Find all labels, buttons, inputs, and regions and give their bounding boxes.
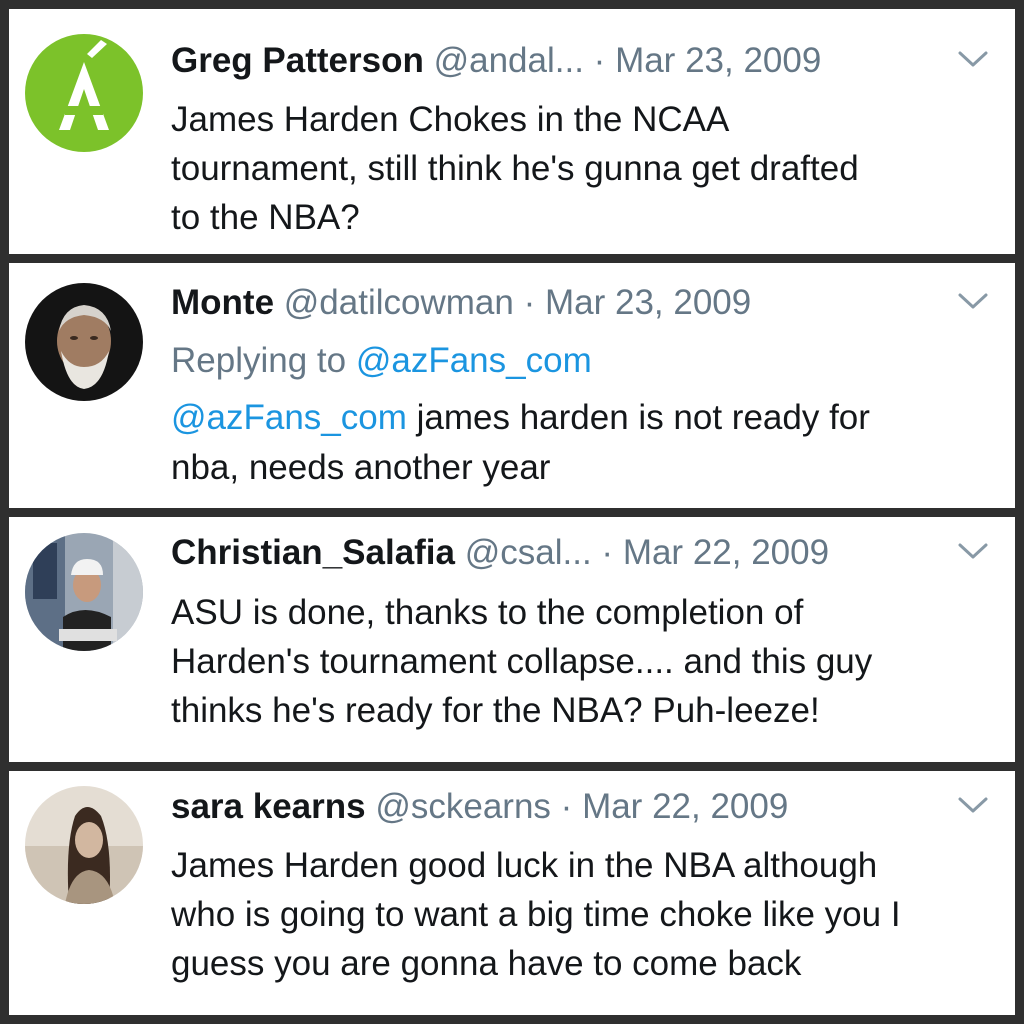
text-line: who is going to want a big time choke li… xyxy=(171,895,901,934)
text-line: James Harden good luck in the NBA althou… xyxy=(171,846,878,885)
tweet-text: James Harden Chokes in the NCAA tourname… xyxy=(171,95,987,242)
tweet-text: ASU is done, thanks to the completion of… xyxy=(171,588,987,735)
text-line: to the NBA? xyxy=(171,198,360,237)
replying-to: Replying to @azFans_com xyxy=(171,336,987,386)
tweet-date[interactable]: Mar 22, 2009 xyxy=(623,533,829,572)
avatar[interactable] xyxy=(25,283,143,401)
text-line: thinks he's ready for the NBA? Puh-leeze… xyxy=(171,691,820,730)
user-handle[interactable]: @datilcowman xyxy=(284,283,514,322)
mention-link[interactable]: @azFans_com xyxy=(171,398,407,437)
person-photo-icon xyxy=(25,533,143,651)
separator-dot: · xyxy=(523,283,536,322)
person-photo-icon xyxy=(25,786,143,904)
tweet-date[interactable]: Mar 22, 2009 xyxy=(582,787,788,826)
tweet-text: Replying to @azFans_com @azFans_com jame… xyxy=(171,336,987,493)
tweet-card[interactable]: sara kearns @sckearns · Mar 22, 2009 Jam… xyxy=(9,771,1015,1015)
display-name[interactable]: Christian_Salafia xyxy=(171,533,455,572)
user-handle[interactable]: @csal... xyxy=(465,533,592,572)
separator-dot: · xyxy=(560,787,573,826)
tweet-date[interactable]: Mar 23, 2009 xyxy=(545,283,751,322)
avatar[interactable] xyxy=(25,533,143,651)
tweet-date[interactable]: Mar 23, 2009 xyxy=(615,41,821,80)
tweet-card[interactable]: Monte @datilcowman · Mar 23, 2009 Replyi… xyxy=(9,263,1015,508)
tweet-header: sara kearns @sckearns · Mar 22, 2009 xyxy=(171,785,788,829)
green-logo-icon xyxy=(25,34,143,152)
tweet-card[interactable]: Christian_Salafia @csal... · Mar 22, 200… xyxy=(9,517,1015,762)
chevron-down-icon[interactable] xyxy=(957,795,989,815)
tweet-header: Monte @datilcowman · Mar 23, 2009 xyxy=(171,281,751,325)
display-name[interactable]: Monte xyxy=(171,283,274,322)
tweet-card[interactable]: Greg Patterson @andal... · Mar 23, 2009 … xyxy=(9,9,1015,254)
chevron-down-icon[interactable] xyxy=(957,291,989,311)
text-line: @azFans_com james harden is not ready fo… xyxy=(171,393,987,443)
person-photo-icon xyxy=(25,283,143,401)
avatar[interactable] xyxy=(25,34,143,152)
chevron-down-icon[interactable] xyxy=(957,541,989,561)
text-line: Harden's tournament collapse.... and thi… xyxy=(171,642,873,681)
separator-dot: · xyxy=(593,41,606,80)
replying-label: Replying to xyxy=(171,341,347,380)
display-name[interactable]: Greg Patterson xyxy=(171,41,424,80)
tweet-header: Christian_Salafia @csal... · Mar 22, 200… xyxy=(171,531,829,575)
user-handle[interactable]: @sckearns xyxy=(375,787,551,826)
chevron-down-icon[interactable] xyxy=(957,49,989,69)
tweet-text: James Harden good luck in the NBA althou… xyxy=(171,841,987,988)
user-handle[interactable]: @andal... xyxy=(434,41,584,80)
avatar[interactable] xyxy=(25,786,143,904)
text-segment: james harden is not ready for xyxy=(406,398,870,437)
text-line: James Harden Chokes in the NCAA xyxy=(171,100,730,139)
text-line: ASU is done, thanks to the completion of xyxy=(171,593,804,632)
text-line: guess you are gonna have to come back xyxy=(171,944,802,983)
display-name[interactable]: sara kearns xyxy=(171,787,366,826)
separator-dot: · xyxy=(601,533,614,572)
text-line: nba, needs another year xyxy=(171,448,551,487)
tweet-header: Greg Patterson @andal... · Mar 23, 2009 xyxy=(171,39,821,83)
text-line: tournament, still think he's gunna get d… xyxy=(171,149,859,188)
reply-mention-link[interactable]: @azFans_com xyxy=(356,341,592,380)
